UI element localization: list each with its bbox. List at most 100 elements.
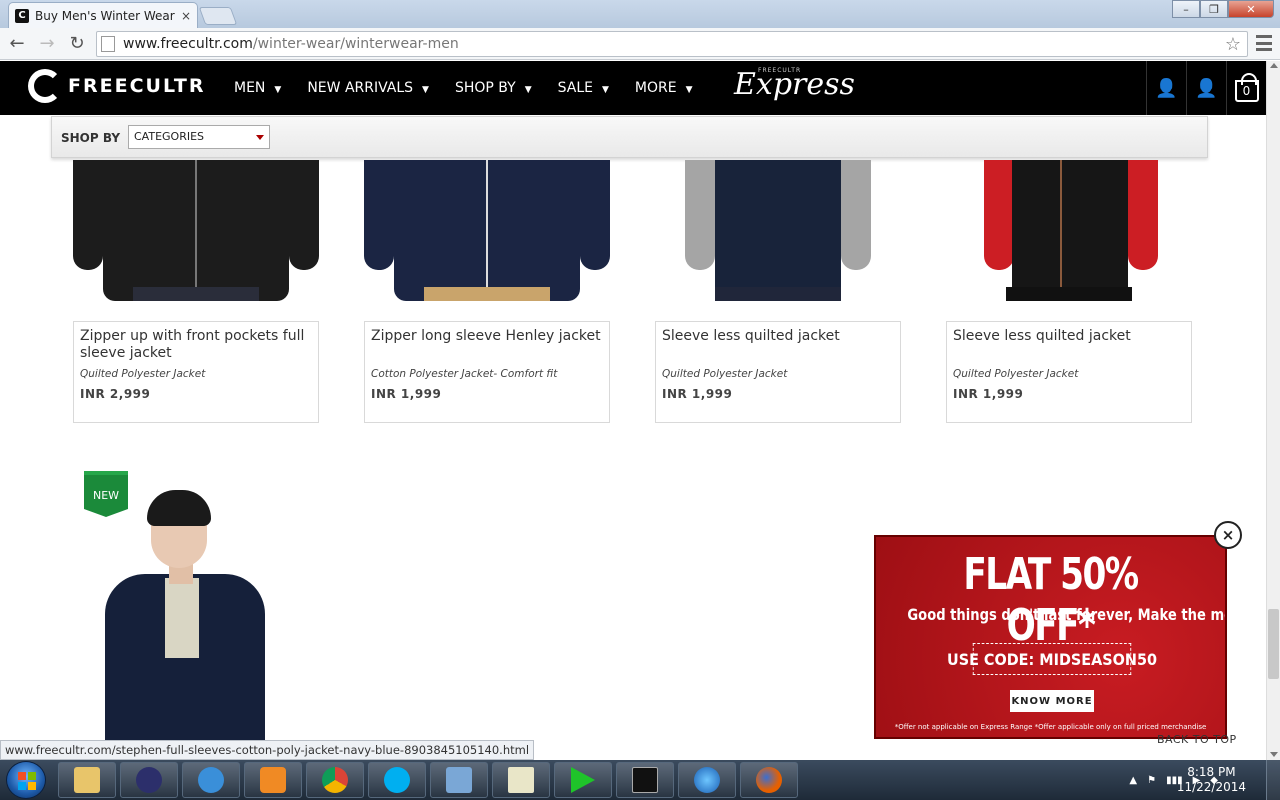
taskbar-media[interactable]	[244, 762, 302, 798]
pants	[1006, 287, 1132, 301]
caret-down-icon: ▼	[601, 85, 609, 95]
logo-text: FREECULTR	[68, 75, 206, 97]
maximize-button[interactable]: ❐	[1200, 0, 1228, 18]
back-arrow-icon[interactable]: ←	[4, 31, 30, 57]
scroll-down-icon[interactable]	[1270, 752, 1278, 757]
promo-code: USE CODE: MIDSEASON50	[947, 643, 1157, 675]
promo-close-icon[interactable]: ×	[1214, 521, 1242, 549]
caret-down-icon: ▼	[524, 85, 532, 95]
product-name[interactable]: Sleeve less quilted jacket	[662, 328, 894, 364]
reload-icon[interactable]: ↻	[64, 31, 90, 57]
taskbar-clock[interactable]: 8:18 PM 11/22/2014	[1177, 765, 1246, 795]
jacket-sleeve-right	[1128, 160, 1158, 270]
taskbar-cmd[interactable]	[616, 762, 674, 798]
new-product-image[interactable]	[95, 490, 275, 744]
product-name[interactable]: Zipper up with front pockets full sleeve…	[80, 328, 312, 364]
nav-shop-by[interactable]: SHOP BY ▼	[455, 80, 532, 96]
promo-headline: FLAT 50% OFF*	[963, 549, 1139, 651]
nav-more[interactable]: MORE ▼	[635, 80, 693, 96]
product-card[interactable]: Zipper up with front pockets full sleeve…	[73, 321, 319, 423]
minimize-button[interactable]: –	[1172, 0, 1200, 18]
nav-sale[interactable]: SALE ▼	[558, 80, 609, 96]
close-window-button[interactable]: ✕	[1228, 0, 1274, 18]
url-host: www.freecultr.com	[123, 36, 253, 52]
forward-arrow-icon[interactable]: →	[34, 31, 60, 57]
know-more-button[interactable]: KNOW MORE	[1010, 690, 1094, 712]
clock-time: 8:18 PM	[1187, 765, 1236, 779]
nav-men[interactable]: MEN ▼	[234, 80, 281, 96]
jacket-sleeve-left	[685, 160, 715, 270]
account-icon[interactable]: 👤	[1186, 61, 1226, 115]
new-tab-button[interactable]	[198, 7, 238, 25]
network-warning-icon[interactable]: ⚑	[1147, 775, 1156, 786]
product-subtitle: Cotton Polyester Jacket- Comfort fit	[371, 368, 558, 380]
cart-bag-icon: 0	[1234, 73, 1259, 102]
product-name[interactable]: Zipper long sleeve Henley jacket	[371, 328, 603, 364]
windows-flag-icon	[18, 772, 36, 790]
media-player-icon	[260, 767, 286, 793]
shop-by-label: SHOP BY	[61, 131, 121, 145]
start-button[interactable]	[6, 761, 46, 799]
address-bar[interactable]: www.freecultr.com/winter-wear/winterwear…	[96, 31, 1248, 57]
site-logo[interactable]: FREECULTR	[28, 69, 206, 103]
show-desktop-button[interactable]	[1266, 760, 1280, 800]
promo-tagline: Good things don't last forever, Make the…	[907, 605, 1225, 624]
page-icon	[101, 36, 115, 52]
product-card[interactable]: Sleeve less quilted jacket Quilted Polye…	[946, 321, 1192, 423]
scroll-thumb[interactable]	[1268, 609, 1279, 679]
taskbar-chrome[interactable]	[306, 762, 364, 798]
taskbar-notepad[interactable]	[492, 762, 550, 798]
product-card[interactable]: Sleeve less quilted jacket Quilted Polye…	[655, 321, 901, 423]
browser-titlebar: C Buy Men's Winter Wear Ra × – ❐ ✕	[0, 0, 1280, 28]
header-icons: 👤 👤 0	[1146, 61, 1266, 115]
taskbar-control-panel[interactable]	[430, 762, 488, 798]
caret-down-icon: ▼	[685, 85, 693, 95]
express-logo-text: Express	[734, 67, 855, 102]
tab-close-icon[interactable]: ×	[181, 9, 191, 23]
caret-down-icon: ▼	[422, 85, 429, 95]
scroll-up-icon[interactable]	[1270, 63, 1278, 68]
browser-menu-icon[interactable]	[1256, 35, 1272, 51]
bookmark-star-icon[interactable]: ☆	[1225, 34, 1241, 55]
browser-tab[interactable]: C Buy Men's Winter Wear Ra ×	[8, 2, 198, 28]
nav-new-arrivals[interactable]: NEW ARRIVALS ▼	[307, 80, 429, 96]
taskbar-explorer[interactable]	[58, 762, 116, 798]
product-image[interactable]	[364, 160, 610, 301]
jacket-body	[1012, 160, 1128, 301]
pants	[424, 287, 550, 301]
categories-select-value: CATEGORIES	[134, 130, 205, 143]
taskbar-itunes[interactable]	[678, 762, 736, 798]
eclipse-icon	[136, 767, 162, 793]
new-badge-text: NEW	[92, 489, 120, 502]
product-image[interactable]	[946, 160, 1192, 301]
itunes-icon	[694, 767, 720, 793]
logo-mark-icon	[28, 69, 62, 103]
new-badge: NEW	[84, 471, 128, 517]
taskbar-firefox[interactable]	[740, 762, 798, 798]
taskbar-eclipse[interactable]	[120, 762, 178, 798]
express-banner[interactable]: FREECULTR Express	[720, 61, 1140, 115]
jacket-sleeve-right	[841, 160, 871, 270]
promo-popup[interactable]: FLAT 50% OFF* Good things don't last for…	[874, 535, 1227, 739]
product-image[interactable]	[655, 160, 901, 301]
windows-taskbar: ▲ ⚑ ▮▮▮ ▶ ◆ 8:18 PM 11/22/2014	[0, 760, 1280, 800]
product-image[interactable]	[73, 160, 319, 301]
product-card[interactable]: Zipper long sleeve Henley jacket Cotton …	[364, 321, 610, 423]
taskbar-ie[interactable]	[182, 762, 240, 798]
product-subtitle: Quilted Polyester Jacket	[662, 368, 788, 380]
back-to-top-link[interactable]: BACK TO TOP	[1157, 733, 1237, 746]
product-subtitle: Quilted Polyester Jacket	[80, 368, 206, 380]
product-name[interactable]: Sleeve less quilted jacket	[953, 328, 1185, 364]
tray-expand-icon[interactable]: ▲	[1129, 775, 1137, 786]
jacket-sleeve-right	[580, 160, 610, 270]
add-user-icon[interactable]: 👤	[1146, 61, 1186, 115]
product-price: INR 1,999	[371, 387, 442, 401]
cart-button[interactable]: 0	[1226, 61, 1266, 115]
taskbar-skype[interactable]	[368, 762, 426, 798]
categories-select[interactable]: CATEGORIES	[128, 125, 270, 149]
nav-label: SALE	[557, 80, 593, 96]
nav-label: NEW ARRIVALS	[307, 80, 414, 96]
page-scrollbar[interactable]	[1266, 61, 1280, 761]
product-subtitle: Quilted Polyester Jacket	[953, 368, 1079, 380]
taskbar-arrow-app[interactable]	[554, 762, 612, 798]
